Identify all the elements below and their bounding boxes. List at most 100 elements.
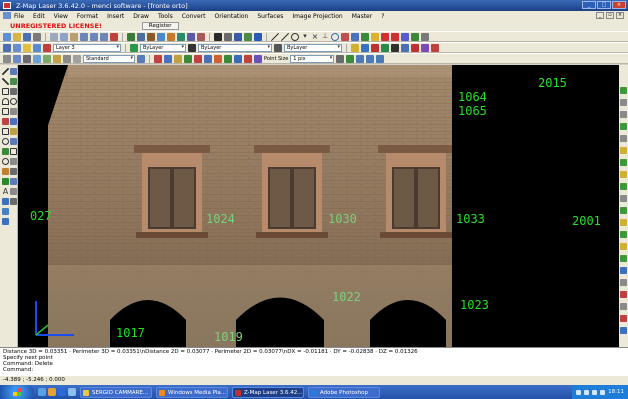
ie-icon[interactable] xyxy=(38,388,46,396)
snap-mid-icon[interactable] xyxy=(351,32,359,41)
menu-insert[interactable]: Insert xyxy=(107,13,124,20)
settings-icon[interactable] xyxy=(421,32,429,41)
draw-table-icon[interactable] xyxy=(10,148,17,155)
menu-edit[interactable]: Edit xyxy=(33,13,45,20)
segment-icon[interactable] xyxy=(164,54,172,63)
bulb-icon[interactable] xyxy=(23,43,31,52)
folder-icon[interactable] xyxy=(48,388,56,396)
grid-icon[interactable] xyxy=(244,32,252,41)
view-2-icon[interactable] xyxy=(356,54,365,63)
fix-icon[interactable] xyxy=(154,54,162,63)
tool-r16-icon[interactable] xyxy=(620,267,627,274)
color-select[interactable]: ByLayer xyxy=(140,43,186,52)
tool-r8-icon[interactable] xyxy=(620,171,627,178)
zoom-window-icon[interactable] xyxy=(100,32,108,41)
orbit-icon[interactable] xyxy=(137,32,145,41)
fillet-icon[interactable] xyxy=(204,54,212,63)
draw-circle-icon[interactable] xyxy=(10,98,17,105)
draw-3dface-icon[interactable] xyxy=(10,178,17,185)
rotate-icon[interactable] xyxy=(13,54,21,63)
draw-arc-icon[interactable] xyxy=(2,98,9,105)
zoom-out-icon[interactable] xyxy=(90,32,98,41)
snap-tan-icon[interactable] xyxy=(391,32,399,41)
draw-xline-icon[interactable] xyxy=(10,68,17,75)
image-icon[interactable] xyxy=(197,32,205,41)
network-icon[interactable] xyxy=(576,389,582,395)
mirror-icon[interactable] xyxy=(33,54,41,63)
monitor-icon[interactable] xyxy=(234,32,242,41)
draw-image-icon[interactable] xyxy=(2,208,9,215)
save-view-icon[interactable] xyxy=(254,32,262,41)
draw-mtext-icon[interactable] xyxy=(10,188,17,195)
tool-r4-icon[interactable] xyxy=(620,123,627,130)
doc-restore-button[interactable]: ▫ xyxy=(606,12,614,19)
tool-r2-icon[interactable] xyxy=(620,99,627,106)
table-icon[interactable] xyxy=(411,32,419,41)
image-props-icon[interactable] xyxy=(361,43,369,52)
draw-line-icon[interactable] xyxy=(2,68,9,75)
draw-dim-icon[interactable] xyxy=(2,198,9,205)
section-icon[interactable] xyxy=(234,54,242,63)
contour-icon[interactable] xyxy=(244,54,252,63)
register-button[interactable]: Register xyxy=(141,22,179,30)
draw-text-icon[interactable]: A xyxy=(2,188,9,196)
trim-icon[interactable] xyxy=(53,54,61,63)
linetype-select[interactable]: ByLayer xyxy=(198,43,272,52)
draw-donut-icon[interactable] xyxy=(2,148,9,155)
layer-manager-icon[interactable] xyxy=(147,32,155,41)
tool-r12-icon[interactable] xyxy=(620,219,627,226)
draw-polygon-icon[interactable] xyxy=(2,88,9,95)
mesh-icon[interactable] xyxy=(177,32,185,41)
start-button[interactable] xyxy=(0,385,34,399)
volume-icon[interactable] xyxy=(584,389,590,395)
point-size-icon[interactable] xyxy=(336,54,345,63)
draw-region-icon[interactable] xyxy=(2,128,9,135)
menu-file[interactable]: File xyxy=(14,13,24,20)
entity-props-icon[interactable] xyxy=(391,43,399,52)
match-props-icon[interactable] xyxy=(351,43,359,52)
tool-r17-icon[interactable] xyxy=(620,279,627,286)
quick-select-icon[interactable] xyxy=(421,43,429,52)
snap-end-icon[interactable] xyxy=(341,32,349,41)
layer-states-icon[interactable] xyxy=(3,43,11,52)
glasses-icon[interactable] xyxy=(214,32,222,41)
snap-near-icon[interactable] xyxy=(401,32,409,41)
point-size-select[interactable]: 1 pix xyxy=(290,54,335,63)
draw-ellipse-icon[interactable] xyxy=(2,138,9,145)
open-icon[interactable] xyxy=(13,32,21,41)
close-button[interactable]: × xyxy=(612,1,626,9)
minimize-button[interactable]: _ xyxy=(582,1,596,9)
view-3-icon[interactable] xyxy=(366,54,375,63)
tool-r20-icon[interactable] xyxy=(620,315,627,322)
draw-attr-icon[interactable] xyxy=(10,198,17,205)
draw-polyline-icon[interactable] xyxy=(2,78,9,85)
taskbar-item-explorer[interactable]: SERGIO CAMMARE... xyxy=(80,386,152,398)
sun-icon[interactable] xyxy=(33,43,41,52)
menu-orientation[interactable]: Orientation xyxy=(214,13,248,20)
delete-icon[interactable]: × xyxy=(311,32,319,41)
tool-r9-icon[interactable] xyxy=(620,183,627,190)
photo-props-icon[interactable] xyxy=(371,43,379,52)
scale-icon[interactable] xyxy=(23,54,31,63)
chamfer-icon[interactable] xyxy=(214,54,222,63)
command-prompt[interactable]: Command: xyxy=(3,367,625,373)
circle-icon[interactable] xyxy=(291,32,299,41)
view-4-icon[interactable] xyxy=(376,54,385,63)
camera-icon[interactable] xyxy=(224,32,232,41)
properties-icon[interactable] xyxy=(157,32,165,41)
break-icon[interactable] xyxy=(184,54,192,63)
menu-convert[interactable]: Convert xyxy=(182,13,206,20)
tool-r19-icon[interactable] xyxy=(620,303,627,310)
draw-circle2-icon[interactable] xyxy=(2,158,9,165)
menu-help[interactable]: ? xyxy=(381,13,384,20)
tool-r13-icon[interactable] xyxy=(620,231,627,238)
zoom-extents-icon[interactable] xyxy=(110,32,118,41)
tool-r15-icon[interactable] xyxy=(620,255,627,262)
snap-center-icon[interactable] xyxy=(331,32,339,41)
zoom-in-icon[interactable] xyxy=(80,32,88,41)
draw-insert-icon[interactable] xyxy=(10,118,17,125)
paste-icon[interactable] xyxy=(70,32,78,41)
clock[interactable]: 18:11 xyxy=(608,389,624,395)
measure-icon[interactable] xyxy=(371,32,379,41)
draw-hatch-icon[interactable] xyxy=(10,128,17,135)
